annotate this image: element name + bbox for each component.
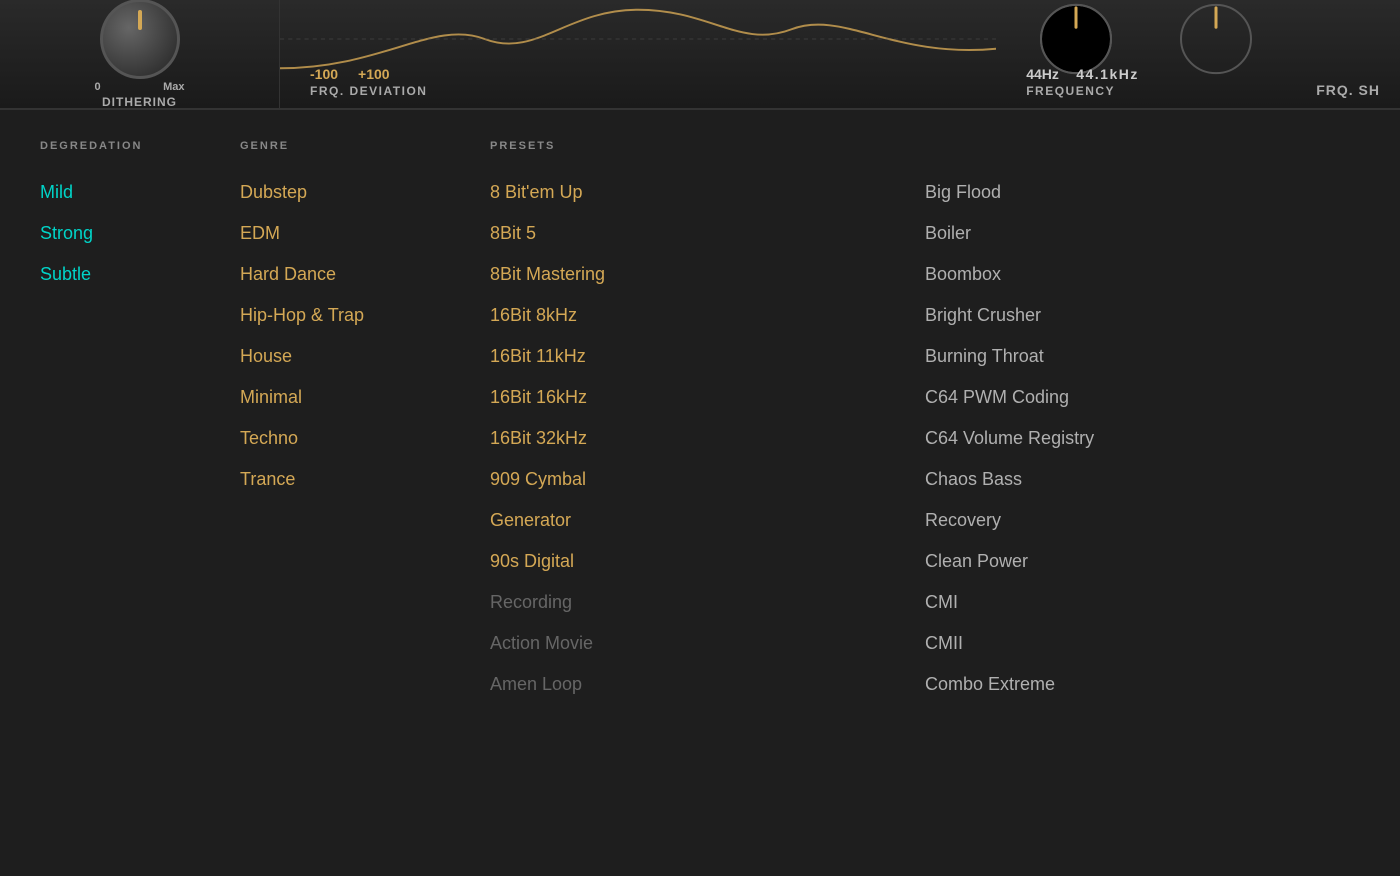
preset-item[interactable]: Boombox bbox=[925, 264, 1340, 285]
frq-sh-title: FRQ. SH bbox=[1316, 82, 1380, 98]
preset-item[interactable]: 16Bit 16kHz bbox=[490, 387, 905, 408]
genre-column: GENRE Dubstep EDM Hard Dance Hip-Hop & Trap… bbox=[240, 140, 480, 846]
preset-item[interactable]: 8 Bit'em Up bbox=[490, 182, 905, 203]
preset-item[interactable]: 8Bit Mastering bbox=[490, 264, 905, 285]
presets-col1-list: 8 Bit'em Up 8Bit 5 8Bit Mastering 16Bit 8kH… bbox=[490, 182, 905, 695]
preset-item[interactable]: Boiler bbox=[925, 223, 1340, 244]
presets-col-2: PRESETS Big FloodBoilerBoomboxBright Cru… bbox=[925, 140, 1360, 846]
degradation-header: DEGREDATION bbox=[40, 140, 220, 152]
preset-item[interactable]: Clean Power bbox=[925, 551, 1340, 572]
dithering-range-labels: 0 Max bbox=[95, 81, 185, 93]
genre-item[interactable]: Hard Dance bbox=[240, 264, 460, 285]
preset-item[interactable]: 909 Cymbal bbox=[490, 469, 905, 490]
genre-item[interactable]: Minimal bbox=[240, 387, 460, 408]
frequency-title: FREQUENCY bbox=[1026, 84, 1139, 98]
degradation-list: Mild Strong Subtle bbox=[40, 182, 220, 285]
dithering-knob-container bbox=[100, 0, 180, 79]
preset-item[interactable]: 16Bit 8kHz bbox=[490, 305, 905, 326]
frq-deviation-max: +100 bbox=[358, 66, 390, 82]
genre-header: GENRE bbox=[240, 140, 460, 152]
preset-item[interactable]: Burning Throat bbox=[925, 346, 1340, 367]
preset-item[interactable]: Chaos Bass bbox=[925, 469, 1340, 490]
preset-item[interactable]: Recovery bbox=[925, 510, 1340, 531]
frequency-labels: 44Hz 44.1kHz FREQUENCY bbox=[1026, 66, 1139, 98]
preset-item[interactable]: Amen Loop bbox=[490, 674, 905, 695]
genre-item[interactable]: Hip-Hop & Trap bbox=[240, 305, 460, 326]
frequency-bottom: 44Hz 44.1kHz FREQUENCY bbox=[1026, 66, 1266, 98]
preset-item[interactable]: CMII bbox=[925, 633, 1340, 654]
genre-item[interactable]: Trance bbox=[240, 469, 460, 490]
presets-col-1: PRESETS 8 Bit'em Up 8Bit 5 8Bit Mastering 1… bbox=[480, 140, 925, 846]
preset-item[interactable]: C64 PWM Coding bbox=[925, 387, 1340, 408]
presets-area: PRESETS 8 Bit'em Up 8Bit 5 8Bit Mastering 1… bbox=[480, 140, 1360, 846]
genre-list: Dubstep EDM Hard Dance Hip-Hop & Trap House M… bbox=[240, 182, 460, 490]
genre-item[interactable]: House bbox=[240, 346, 460, 367]
dithering-max-label: Max bbox=[163, 81, 184, 93]
frq-deviation-bottom: -100 +100 FRQ. DEVIATION bbox=[310, 66, 966, 98]
preset-item[interactable]: 16Bit 32kHz bbox=[490, 428, 905, 449]
preset-item[interactable]: Combo Extreme bbox=[925, 674, 1340, 695]
preset-item[interactable]: Big Flood bbox=[925, 182, 1340, 203]
frequency-section: 44Hz 44.1kHz FREQUENCY bbox=[996, 0, 1296, 108]
preset-item[interactable]: C64 Volume Registry bbox=[925, 428, 1340, 449]
frq-sh-section: FRQ. SH bbox=[1296, 0, 1400, 108]
degradation-column: DEGREDATION Mild Strong Subtle bbox=[40, 140, 240, 846]
preset-item[interactable]: 90s Digital bbox=[490, 551, 905, 572]
genre-item[interactable]: Dubstep bbox=[240, 182, 460, 203]
degradation-item[interactable]: Mild bbox=[40, 182, 220, 203]
degradation-item[interactable]: Subtle bbox=[40, 264, 220, 285]
preset-item[interactable]: Action Movie bbox=[490, 633, 905, 654]
frq-deviation-title: FRQ. DEVIATION bbox=[310, 84, 427, 98]
preset-item[interactable]: CMI bbox=[925, 592, 1340, 613]
frequency-value2-label: 44.1kHz bbox=[1076, 66, 1139, 82]
preset-item[interactable]: Generator bbox=[490, 510, 905, 531]
preset-item[interactable]: Bright Crusher bbox=[925, 305, 1340, 326]
bottom-area: DEGREDATION Mild Strong Subtle GENRE Dubst… bbox=[0, 110, 1400, 876]
preset-item[interactable]: Recording bbox=[490, 592, 905, 613]
dithering-knob[interactable] bbox=[100, 0, 180, 79]
frq-deviation-labels: -100 +100 FRQ. DEVIATION bbox=[310, 66, 427, 98]
frq-deviation-min: -100 bbox=[310, 66, 338, 82]
frq-deviation-range: -100 +100 bbox=[310, 66, 427, 82]
genre-item[interactable]: EDM bbox=[240, 223, 460, 244]
preset-item[interactable]: 16Bit 11kHz bbox=[490, 346, 905, 367]
dithering-title: DITHERING bbox=[102, 95, 177, 109]
preset-item[interactable]: 8Bit 5 bbox=[490, 223, 905, 244]
degradation-item[interactable]: Strong bbox=[40, 223, 220, 244]
dithering-section: 0 Max DITHERING bbox=[0, 0, 280, 108]
top-panel: 0 Max DITHERING -100 +100 bbox=[0, 0, 1400, 110]
presets-col2-list: Big Flood Boiler Boombox Bright Crusher Burn… bbox=[925, 182, 1340, 695]
dithering-min-label: 0 bbox=[95, 81, 101, 93]
frq-deviation-section: -100 +100 FRQ. DEVIATION bbox=[280, 0, 996, 108]
presets-header: PRESETS bbox=[490, 140, 905, 152]
genre-item[interactable]: Techno bbox=[240, 428, 460, 449]
